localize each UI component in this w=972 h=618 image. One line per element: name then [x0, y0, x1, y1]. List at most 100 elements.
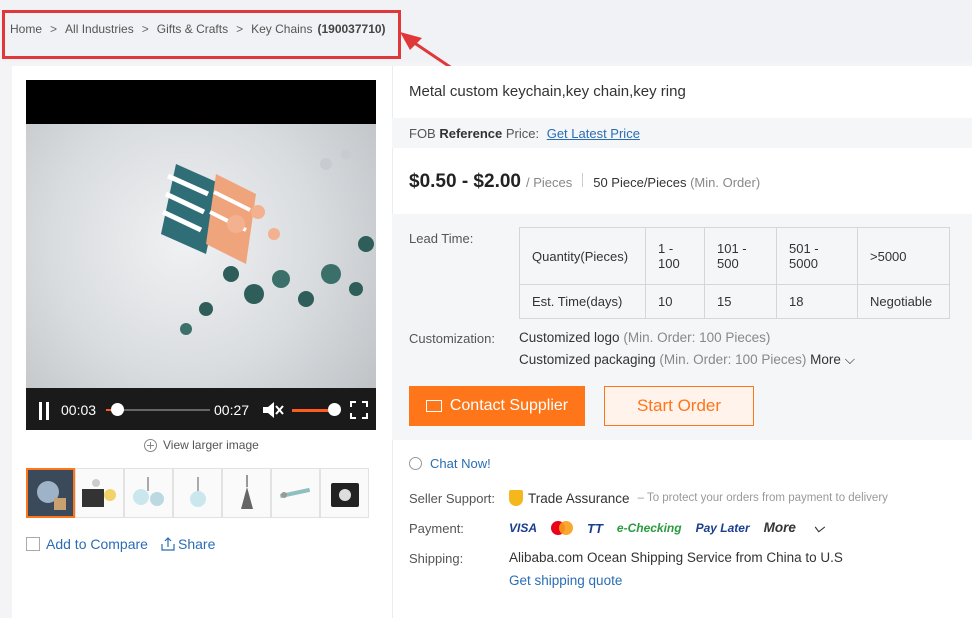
breadcrumb-key-chains[interactable]: Key Chains: [251, 22, 312, 36]
shipping-service: Alibaba.com Ocean Shipping Service from …: [509, 550, 843, 565]
mute-icon[interactable]: [262, 400, 284, 420]
video-seek-handle[interactable]: [111, 403, 125, 416]
video-thumbnail-icon: [28, 470, 73, 516]
shipping-label: Shipping:: [409, 551, 464, 566]
thumbnail-video[interactable]: [26, 468, 75, 518]
payment-label: Payment:: [409, 521, 464, 536]
table-cell: 1 - 100: [645, 227, 705, 285]
visa-icon: VISA: [509, 521, 538, 535]
thumbnail[interactable]: [271, 468, 320, 518]
add-to-compare[interactable]: Add to Compare: [26, 536, 148, 552]
video-logo-animation: [161, 149, 374, 335]
view-larger-image[interactable]: View larger image: [144, 438, 259, 452]
contact-supplier-button[interactable]: Contact Supplier: [409, 386, 585, 426]
breadcrumb: Home > All Industries > Gifts & Crafts >…: [10, 22, 386, 36]
mail-icon: [425, 400, 442, 412]
payment-methods: VISA TT e-Checking Pay Later More ⌵: [509, 520, 852, 536]
e-checking-icon: e-Checking: [616, 521, 682, 535]
min-order-note: (Min. Order): [690, 175, 761, 190]
chat-icon: [409, 457, 422, 470]
breadcrumb-separator: >: [141, 22, 149, 36]
payment-more-button[interactable]: More ⌵: [764, 520, 838, 536]
table-cell: Quantity(Pieces): [519, 227, 646, 285]
more-label: More: [763, 520, 796, 535]
video-total-time: 00:27: [214, 402, 250, 418]
table-row: Quantity(Pieces) 1 - 100 101 - 500 501 -…: [519, 227, 950, 285]
contact-supplier-label: Contact Supplier: [449, 397, 569, 414]
chevron-down-icon: ⌵: [844, 352, 855, 367]
customized-logo-label: Customized logo: [519, 330, 620, 345]
video-current-time: 00:03: [61, 402, 97, 418]
thumbnail[interactable]: [320, 468, 369, 518]
shield-icon: [509, 490, 523, 506]
pause-icon[interactable]: [37, 402, 51, 420]
product-page: Home > All Industries > Gifts & Crafts >…: [0, 0, 972, 618]
share-icon: [161, 537, 175, 551]
share-button[interactable]: Share: [160, 536, 215, 552]
price-unit: / Pieces: [525, 175, 573, 190]
chat-now-label: Chat Now!: [430, 456, 491, 471]
thumbnail[interactable]: [222, 468, 271, 518]
table-cell: 10: [645, 284, 705, 319]
trade-assurance[interactable]: Trade Assurance – To protect your orders…: [509, 490, 888, 506]
fob-price: FOB Reference Price: Get Latest Price: [409, 126, 640, 141]
thumbnail[interactable]: [173, 468, 222, 518]
table-cell: 18: [776, 284, 858, 319]
customization-label: Customization:: [409, 331, 495, 346]
chevron-down-icon: ⌵: [813, 520, 824, 535]
view-larger-label: View larger image: [163, 438, 259, 452]
video-controls: 00:03 00:27: [26, 388, 376, 430]
fob-price-label: Price:: [505, 126, 540, 141]
breadcrumb-separator: >: [50, 22, 58, 36]
breadcrumb-category-id: (190037710): [317, 22, 386, 36]
more-label: More: [810, 352, 841, 367]
lead-time-label: Lead Time:: [409, 231, 474, 246]
table-cell: Est. Time(days): [519, 284, 646, 319]
fullscreen-icon[interactable]: [350, 401, 368, 419]
price-range: $0.50 - $2.00: [409, 171, 521, 192]
keychain-thumbnail-icon: [133, 477, 164, 506]
thumbnail[interactable]: [75, 468, 124, 518]
breadcrumb-all-industries[interactable]: All Industries: [65, 22, 134, 36]
compare-checkbox[interactable]: [26, 537, 40, 551]
mastercard-icon: [551, 521, 574, 535]
customized-packaging-note: (Min. Order: 100 Pieces): [659, 352, 807, 367]
min-order: 50 Piece/Pieces (Min. Order): [593, 175, 760, 190]
pay-later-icon: Pay Later: [695, 521, 750, 535]
lead-time-table: Quantity(Pieces) 1 - 100 101 - 500 501 -…: [519, 227, 950, 319]
start-order-button[interactable]: Start Order: [604, 386, 754, 426]
customized-packaging-label: Customized packaging: [519, 352, 656, 367]
min-order-value: 50 Piece/Pieces: [593, 175, 687, 190]
table-cell: >5000: [857, 227, 950, 285]
price-divider: [582, 173, 584, 187]
breadcrumb-gifts-crafts[interactable]: Gifts & Crafts: [157, 22, 228, 36]
keychain-thumbnail-icon: [279, 487, 311, 499]
table-cell: 501 - 5000: [776, 227, 858, 285]
fob-reference: Reference: [439, 126, 503, 141]
customized-packaging: Customized packaging (Min. Order: 100 Pi…: [519, 352, 855, 368]
get-latest-price-link[interactable]: Get Latest Price: [547, 126, 640, 141]
seller-support-label: Seller Support:: [409, 491, 495, 506]
table-cell: Negotiable: [857, 284, 950, 319]
video-frame: [26, 124, 376, 388]
table-row: Est. Time(days) 10 15 18 Negotiable: [519, 284, 950, 319]
zoom-in-icon: [144, 438, 157, 452]
customization-more-button[interactable]: More ⌵: [810, 352, 855, 367]
trade-assurance-note: – To protect your orders from payment to…: [637, 492, 888, 504]
product-video[interactable]: 00:03 00:27: [26, 80, 376, 430]
breadcrumb-separator: >: [236, 22, 244, 36]
customized-logo-note: (Min. Order: 100 Pieces): [623, 330, 771, 345]
price-row: $0.50 - $2.00 / Pieces 50 Piece/Pieces (…: [409, 171, 760, 193]
chat-now-link[interactable]: Chat Now!: [409, 456, 491, 471]
table-cell: 101 - 500: [704, 227, 777, 285]
trade-assurance-label: Trade Assurance: [528, 490, 630, 506]
product-title: Metal custom keychain,key chain,key ring: [409, 83, 686, 100]
breadcrumb-home[interactable]: Home: [10, 22, 42, 36]
thumbnail-strip: [26, 468, 369, 518]
volume-handle[interactable]: [328, 403, 341, 416]
thumbnail[interactable]: [124, 468, 173, 518]
keychain-thumbnail-icon: [82, 479, 116, 507]
keychain-thumbnail-icon: [241, 475, 253, 509]
get-shipping-quote-link[interactable]: Get shipping quote: [509, 573, 622, 588]
keychain-thumbnail-icon: [190, 477, 206, 507]
